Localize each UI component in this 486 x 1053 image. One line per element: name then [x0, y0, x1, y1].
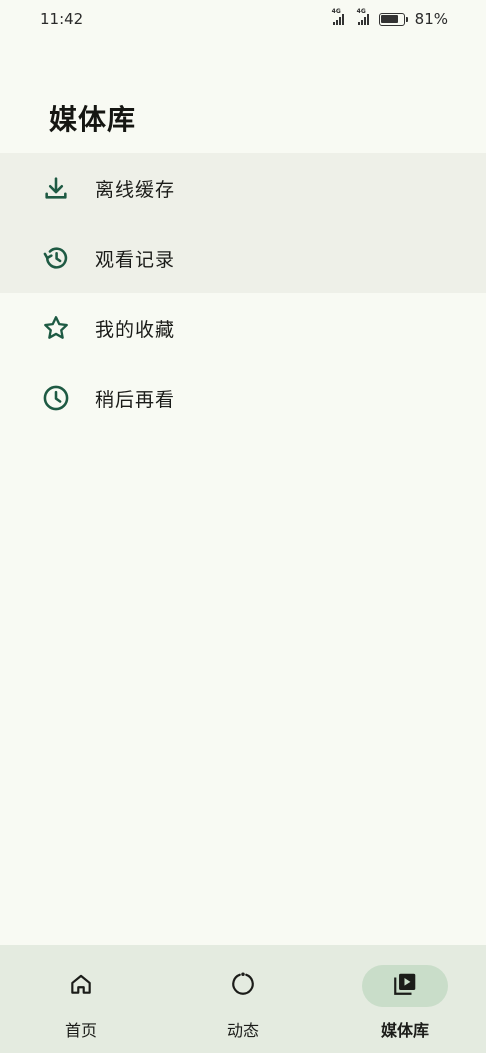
battery-icon [378, 12, 408, 26]
nav-tab-feed[interactable]: 动态 [162, 945, 324, 1053]
signal-icon: 4G [357, 8, 369, 25]
download-icon [42, 174, 70, 202]
menu-item-watch-history[interactable]: 观看记录 [0, 223, 486, 293]
menu-item-label: 观看记录 [95, 248, 176, 271]
menu-item-offline-cache[interactable]: 离线缓存 [0, 153, 486, 223]
page-title: 媒体库 [49, 103, 137, 136]
nav-tab-media-library[interactable]: 媒体库 [324, 945, 486, 1053]
nav-label: 动态 [226, 1021, 259, 1040]
nav-pill [200, 965, 286, 1007]
menu-item-label: 稍后再看 [95, 388, 176, 411]
history-icon [42, 244, 70, 272]
bottom-navigation-bar: 首页 动态 媒体库 [0, 945, 486, 1053]
menu-item-label: 我的收藏 [95, 318, 176, 341]
media-library-screen: 11:42 4G 4G 81% 媒体库 离线缓存 观看记录 我的收藏 稍后再看 … [0, 0, 486, 1053]
nav-tab-home[interactable]: 首页 [0, 945, 162, 1053]
signal-icon: 4G [332, 8, 344, 25]
media-library-menu: 离线缓存 观看记录 我的收藏 稍后再看 [0, 153, 486, 433]
status-icons: 4G 4G 81% [332, 8, 448, 28]
network-type-label: 4G [331, 8, 341, 15]
battery-fill [381, 15, 399, 23]
status-bar: 11:42 4G 4G 81% [0, 0, 486, 38]
battery-percent: 81% [414, 10, 448, 28]
nav-label: 首页 [64, 1021, 97, 1040]
video-library-icon [392, 971, 418, 1001]
star-icon [42, 314, 70, 342]
nav-pill-active [362, 965, 448, 1007]
home-icon [68, 971, 94, 1001]
menu-item-watch-later[interactable]: 稍后再看 [0, 363, 486, 433]
nav-label: 媒体库 [380, 1021, 429, 1040]
menu-item-label: 离线缓存 [95, 178, 176, 201]
network-type-label: 4G [356, 8, 366, 15]
refresh-icon [230, 971, 256, 1001]
clock-icon [42, 384, 70, 412]
menu-item-favorites[interactable]: 我的收藏 [0, 293, 486, 363]
status-time: 11:42 [40, 10, 84, 28]
nav-pill [38, 965, 124, 1007]
